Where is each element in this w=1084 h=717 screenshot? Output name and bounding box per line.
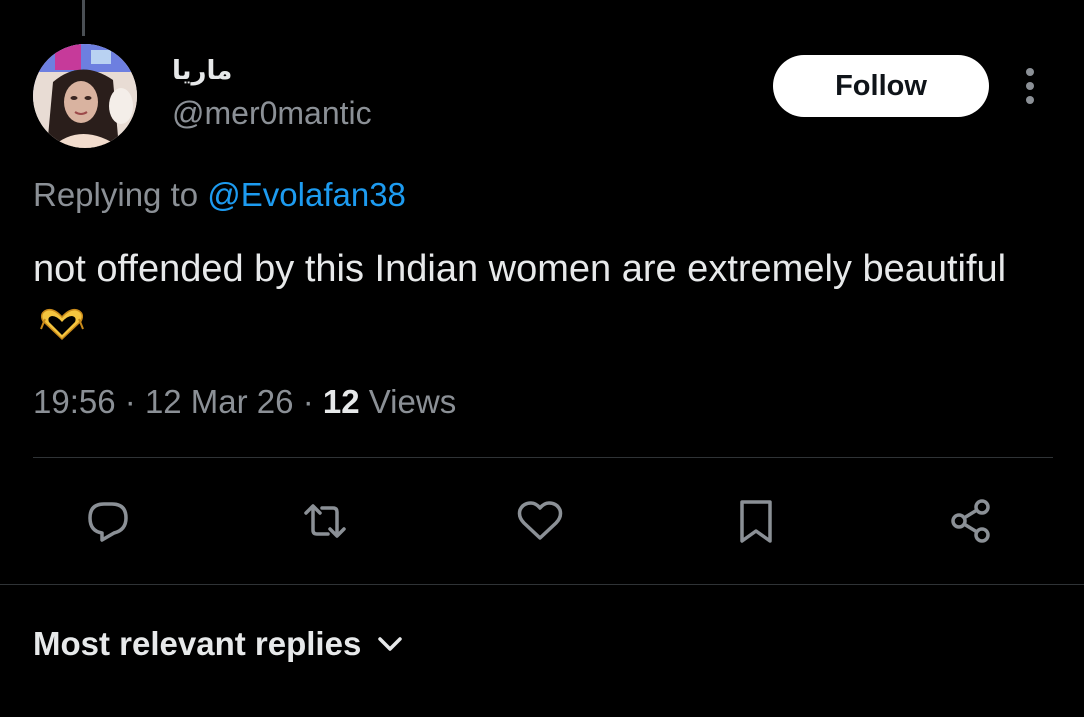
like-button[interactable] bbox=[509, 490, 571, 552]
replying-to-label: Replying to bbox=[33, 176, 199, 213]
reply-icon bbox=[88, 502, 128, 542]
follow-button[interactable]: Follow bbox=[773, 55, 989, 117]
replying-to-line: Replying to @Evolafan38 bbox=[33, 176, 406, 214]
replies-sort-label: Most relevant replies bbox=[33, 625, 362, 662]
retweet-icon bbox=[304, 504, 346, 538]
bookmark-button[interactable] bbox=[725, 490, 787, 552]
chevron-down-icon bbox=[378, 637, 403, 651]
share-icon bbox=[951, 499, 990, 543]
tweet-body: not offended by this Indian women are ex… bbox=[33, 248, 1007, 290]
heart-hands-emoji-icon bbox=[39, 302, 85, 341]
heart-icon bbox=[517, 501, 563, 540]
tweet-date[interactable]: 12 Mar 26 bbox=[145, 383, 294, 420]
divider bbox=[33, 457, 1053, 458]
avatar-photo bbox=[33, 44, 137, 148]
tweet-meta: 19:56 · 12 Mar 26 · 12 Views bbox=[33, 383, 456, 421]
replying-to-mention-link[interactable]: @Evolafan38 bbox=[207, 176, 406, 213]
views-label: Views bbox=[368, 383, 457, 420]
meta-separator: · bbox=[302, 383, 314, 420]
meta-separator: · bbox=[124, 383, 136, 420]
divider bbox=[0, 584, 1084, 585]
tweet-time[interactable]: 19:56 bbox=[33, 383, 116, 420]
replies-sort-dropdown[interactable]: Most relevant replies bbox=[33, 625, 403, 663]
bookmark-icon bbox=[740, 500, 772, 543]
reply-button[interactable] bbox=[77, 490, 139, 552]
author-display-name[interactable]: ماريا bbox=[172, 56, 232, 86]
thread-connector-line bbox=[82, 0, 85, 36]
share-button[interactable] bbox=[940, 490, 1002, 552]
retweet-button[interactable] bbox=[294, 490, 356, 552]
tweet-actions-bar bbox=[0, 490, 1084, 552]
avatar[interactable] bbox=[33, 44, 137, 148]
author-handle[interactable]: @mer0mantic bbox=[172, 95, 372, 132]
tweet-text: not offended by this Indian women are ex… bbox=[33, 242, 1043, 350]
tweet-detail-page: ماريا @mer0mantic Follow Replying to @Ev… bbox=[0, 0, 1084, 717]
views-count: 12 bbox=[322, 383, 360, 420]
more-options-button[interactable] bbox=[1010, 63, 1050, 109]
more-vertical-icon bbox=[1026, 68, 1034, 104]
